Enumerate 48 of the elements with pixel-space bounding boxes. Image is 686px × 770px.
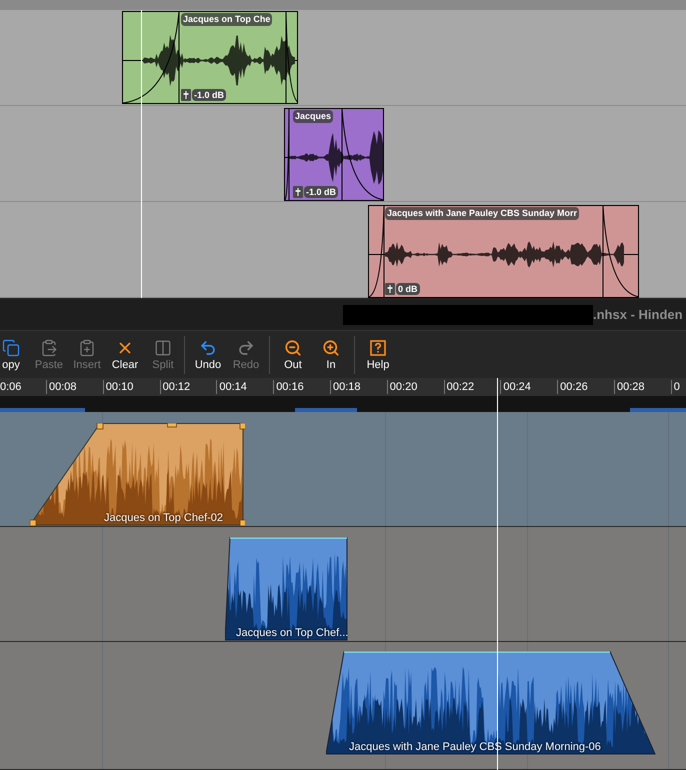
time-label: 00:14 xyxy=(216,380,274,394)
zoom-in-icon xyxy=(322,338,340,356)
audio-clip[interactable]: Jacques with Jane Pauley CBS Sunday Morr 0 dB xyxy=(368,205,639,298)
clip-label: Jacques on Top Che xyxy=(181,13,272,26)
clipboard-plus-icon xyxy=(78,338,96,356)
audio-clip[interactable]: Jacques -1.0 dB xyxy=(284,108,384,201)
time-label: 00:26 xyxy=(557,380,614,394)
time-label: 00:12 xyxy=(160,380,216,394)
clip-label: Jacques on Top Chef-02 xyxy=(104,511,224,525)
fader-icon xyxy=(181,89,191,101)
fader-icon xyxy=(293,186,303,198)
gain-label: -1.0 dB xyxy=(192,89,226,101)
clip-label: Jacques on Top Chef... xyxy=(236,626,348,640)
overview-clip xyxy=(295,408,357,412)
toolbar-button[interactable]: In xyxy=(312,338,350,370)
clipboard-icon xyxy=(40,338,58,356)
toolbar-button[interactable]: Undo xyxy=(189,338,227,370)
gain-label: -1.0 dB xyxy=(304,186,338,198)
toolbar-button[interactable]: opy xyxy=(0,338,30,370)
undo-icon xyxy=(199,338,217,356)
help-icon xyxy=(369,338,387,356)
copy-icon xyxy=(2,338,20,356)
redo-icon xyxy=(237,338,255,356)
clip-label: Jacques xyxy=(293,110,334,123)
audio-clip[interactable] xyxy=(30,423,245,526)
time-label: 00:20 xyxy=(386,380,444,394)
clip-label: Jacques with Jane Pauley CBS Sunday Morr xyxy=(385,207,580,220)
time-label: 00:24 xyxy=(500,380,558,394)
fader-icon xyxy=(385,283,395,295)
audio-clip[interactable] xyxy=(326,651,657,755)
time-label: 0 xyxy=(670,380,686,394)
overview-strip[interactable] xyxy=(0,396,686,412)
zoom-out-icon xyxy=(284,338,302,356)
split-icon xyxy=(154,338,172,356)
window-title: .nhsx - Hinden xyxy=(593,306,683,324)
audio-clip[interactable] xyxy=(225,537,349,641)
toolbar-button[interactable]: Clear xyxy=(106,338,144,370)
time-label: 00:18 xyxy=(330,380,387,394)
audio-clip[interactable]: Jacques on Top Che -1.0 dB xyxy=(122,11,298,104)
toolbar-button[interactable]: Out xyxy=(274,338,312,370)
overview-clip xyxy=(630,408,686,412)
time-label: 00:16 xyxy=(273,380,330,394)
time-label: 00:10 xyxy=(102,380,160,394)
time-label: 0:06 xyxy=(0,380,22,394)
gain-label: 0 dB xyxy=(396,283,420,295)
toolbar-button[interactable]: Help xyxy=(359,338,397,370)
time-label: 00:08 xyxy=(46,380,103,394)
time-label: 00:28 xyxy=(614,380,671,394)
